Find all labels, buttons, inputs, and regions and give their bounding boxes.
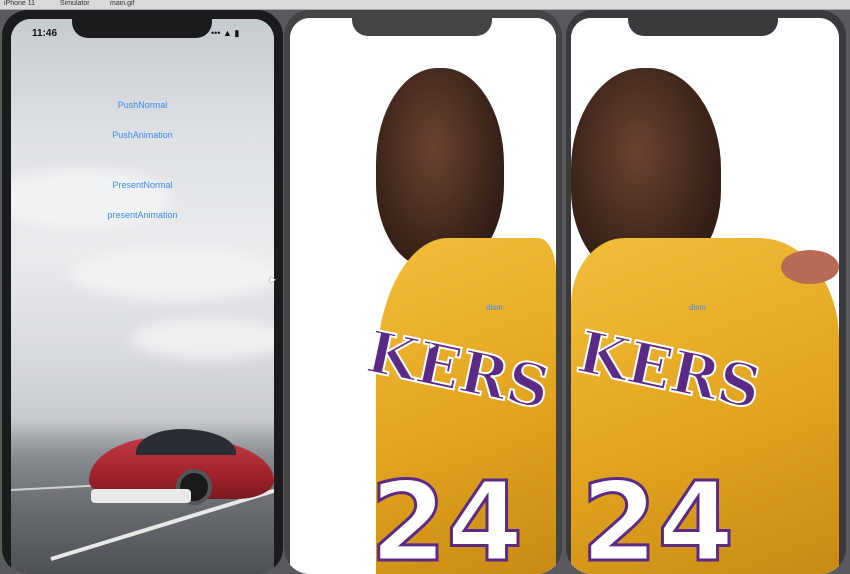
simulator-phone-photo: KERS 24 dism ▸ <box>284 10 562 574</box>
push-normal-button[interactable]: PushNormal <box>11 100 274 110</box>
window-title-item: Simulator <box>60 0 90 7</box>
present-normal-button[interactable]: PresentNormal <box>11 180 274 190</box>
phone-screen: 11:46 ••• ▲ ▮ PushNormal PushAnimation P… <box>11 19 274 574</box>
phone-notch <box>628 10 778 36</box>
simulator-phone-menu: 11:46 ••• ▲ ▮ PushNormal PushAnimation P… <box>2 10 283 574</box>
status-time: 11:46 <box>32 28 58 39</box>
jersey-number: 24 <box>579 457 735 574</box>
dismiss-button[interactable]: dism <box>486 303 503 312</box>
phone-screen: KERS 24 dism <box>571 18 839 574</box>
status-icons: ••• ▲ ▮ <box>211 28 240 38</box>
window-title-bar: iPhone 11 Simulator main.gif <box>0 0 850 10</box>
phone-screen: KERS 24 dism ▸ <box>290 18 556 574</box>
phone-notch <box>352 10 492 36</box>
window-title-item: main.gif <box>110 0 135 7</box>
window-title-item: iPhone 11 <box>4 0 36 7</box>
car-bumper <box>91 489 191 503</box>
jersey-number: 24 <box>368 457 524 574</box>
phone-notch <box>72 10 212 38</box>
cloud-shape <box>71 249 274 299</box>
hand-image <box>781 250 839 284</box>
mouse-cursor-icon: ▸ <box>430 338 437 352</box>
dismiss-button[interactable]: dism <box>689 303 706 312</box>
push-animation-button[interactable]: PushAnimation <box>11 130 274 140</box>
present-animation-button[interactable]: presentAnimation <box>11 210 274 220</box>
mouse-cursor-icon: ▸ <box>270 272 277 286</box>
simulator-phone-photo-presented: KERS 24 dism <box>566 10 846 574</box>
